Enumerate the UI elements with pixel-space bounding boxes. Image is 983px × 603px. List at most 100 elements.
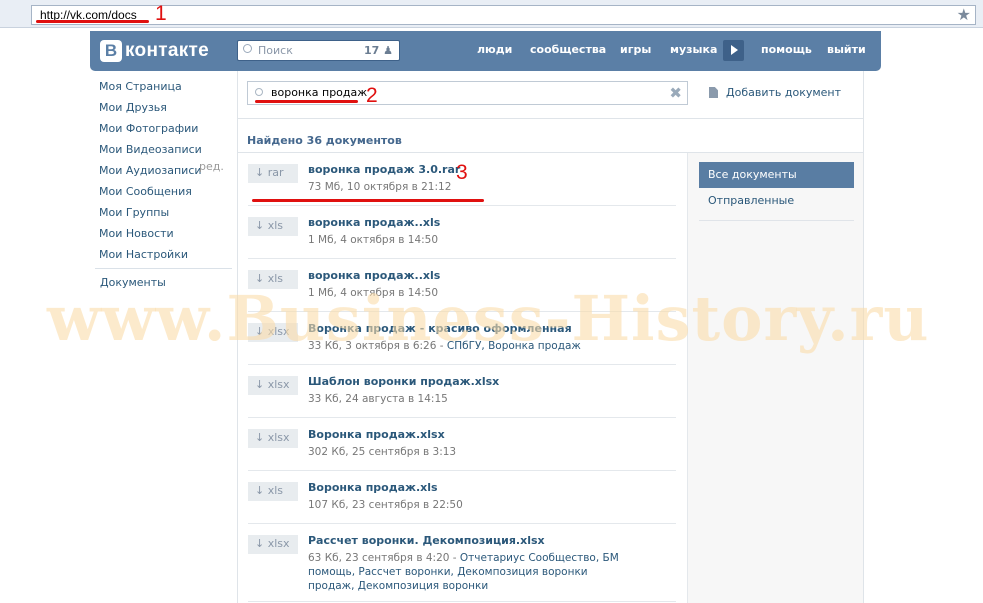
annotation-number-1: 1 [155,2,167,25]
document-meta-text: 73 Мб, 10 октября в 21:12 [308,181,452,193]
document-icon [709,87,718,98]
download-extension-badge[interactable]: ↓ xlsx [248,429,298,448]
download-extension-badge[interactable]: ↓ rar [248,164,298,183]
extension-label: xlsx [267,431,290,444]
logo-text: контакте [125,40,209,61]
document-meta-text: 107 Кб, 23 сентября в 22:50 [308,499,463,511]
document-meta: 63 Кб, 23 сентября в 4:20 - Отчетариус С… [308,551,628,593]
document-title[interactable]: воронка продаж..xls [308,216,440,229]
download-icon: ↓ [255,272,265,285]
download-icon: ↓ [255,537,265,550]
document-title[interactable]: Рассчет воронки. Декомпозиция.xlsx [308,534,545,547]
document-title[interactable]: Воронка продаж.xlsx [308,428,445,441]
document-meta: 1 Мб, 4 октября в 14:50 [308,286,628,300]
address-bar[interactable]: http://vk.com/docs ★ [31,5,976,25]
extension-label: xlsx [267,378,290,391]
document-title[interactable]: Шаблон воронки продаж.xlsx [308,375,499,388]
clear-icon[interactable]: ✖ [669,84,682,102]
header-search-placeholder: Поиск [258,44,293,57]
document-title[interactable]: Воронка продаж - красиво оформленная [308,322,572,335]
search-icon [255,88,263,96]
sidebar-item-settings[interactable]: Мои Настройки [99,248,232,269]
document-meta: 33 Кб, 3 октября в 6:26 - СПбГУ, Воронка… [308,339,628,353]
download-icon: ↓ [255,484,265,497]
extension-label: xls [267,219,284,232]
document-meta-text: 33 Кб, 24 августа в 14:15 [308,393,448,405]
nav-games[interactable]: игры [620,43,651,56]
document-meta: 1 Мб, 4 октября в 14:50 [308,233,628,247]
add-document-label: Добавить документ [726,86,842,99]
extension-label: xlsx [267,325,290,338]
browser-toolbar: http://vk.com/docs ★ [0,0,983,28]
download-extension-badge[interactable]: ↓ xlsx [248,323,298,342]
sidebar-item-messages[interactable]: Мои Сообщения [99,185,232,206]
annotation-number-2: 2 [366,84,378,107]
filter-divider [699,220,854,221]
document-title[interactable]: воронка продаж..xls [308,269,440,282]
sidebar-item-documents[interactable]: Документы [100,276,166,289]
divider [237,118,864,119]
nav-communities[interactable]: сообщества [530,43,606,56]
download-icon: ↓ [255,378,265,391]
notification-count[interactable]: 17 ♟ [364,44,393,57]
download-extension-badge[interactable]: ↓ xls [248,217,298,236]
document-divider [248,523,676,524]
annotation-underline-document [252,199,484,202]
document-divider [248,417,676,418]
nav-music[interactable]: музыка [670,43,717,56]
logo-letter: В [100,40,122,62]
download-icon: ↓ [255,219,265,232]
document-divider [248,470,676,471]
document-meta-text: 1 Мб, 4 октября в 14:50 [308,287,439,299]
document-meta: 33 Кб, 24 августа в 14:15 [308,392,628,406]
extension-label: xlsx [267,537,290,550]
left-menu: Моя Страница Мои Друзья Мои Фотографии М… [99,80,232,269]
sidebar-item-my-page[interactable]: Моя Страница [99,80,232,101]
document-divider [248,311,676,312]
site-header: В контакте Поиск 17 ♟ люди сообщества иг… [90,31,881,71]
nav-logout[interactable]: выйти [827,43,866,56]
sidebar-item-groups[interactable]: Мои Группы [99,206,232,227]
download-extension-badge[interactable]: ↓ xlsx [248,376,298,395]
vk-logo[interactable]: В контакте [100,39,209,63]
document-divider [248,258,676,259]
extension-label: rar [267,166,284,179]
sidebar-item-friends[interactable]: Мои Друзья [99,101,232,122]
filter-sent[interactable]: Отправленные [708,194,794,207]
download-extension-badge[interactable]: ↓ xls [248,270,298,289]
download-extension-badge[interactable]: ↓ xls [248,482,298,501]
document-meta-text: 302 Кб, 25 сентября в 3:13 [308,446,457,458]
document-divider [248,205,676,206]
document-meta: 73 Мб, 10 октября в 21:12 [308,180,628,194]
filter-all-documents[interactable]: Все документы [699,162,854,188]
document-title[interactable]: воронка продаж 3.0.rar [308,163,460,176]
star-icon[interactable]: ★ [957,6,971,24]
document-title[interactable]: Воронка продаж.xls [308,481,438,494]
document-meta-text: 63 Кб, 23 сентября в 4:20 - [308,552,460,564]
document-meta-text: 33 Кб, 3 октября в 6:26 - [308,340,447,352]
document-tags[interactable]: СПбГУ, Воронка продаж [447,340,581,352]
header-search-input[interactable]: Поиск 17 ♟ [237,40,400,61]
sidebar-item-photos[interactable]: Мои Фотографии [99,122,232,143]
edit-link[interactable]: ред. [199,160,224,173]
nav-help[interactable]: помощь [761,43,812,56]
extension-label: xls [267,272,284,285]
documents-search-value[interactable]: воронка продаж [271,86,367,99]
download-extension-badge[interactable]: ↓ xlsx [248,535,298,554]
nav-people[interactable]: люди [477,43,512,56]
notification-count-value: 17 [363,44,380,57]
add-document-button[interactable]: Добавить документ [709,86,841,99]
search-icon [243,44,252,53]
annotation-underline-url [36,20,149,23]
play-icon[interactable] [723,40,744,61]
sidebar-item-news[interactable]: Мои Новости [99,227,232,248]
sidebar-divider [95,268,232,269]
document-meta-text: 1 Мб, 4 октября в 14:50 [308,234,439,246]
download-icon: ↓ [255,166,265,179]
download-icon: ↓ [255,431,265,444]
document-divider [248,364,676,365]
document-divider [248,601,676,602]
annotation-number-3: 3 [456,161,468,184]
extension-label: xls [267,484,284,497]
document-meta: 107 Кб, 23 сентября в 22:50 [308,498,628,512]
